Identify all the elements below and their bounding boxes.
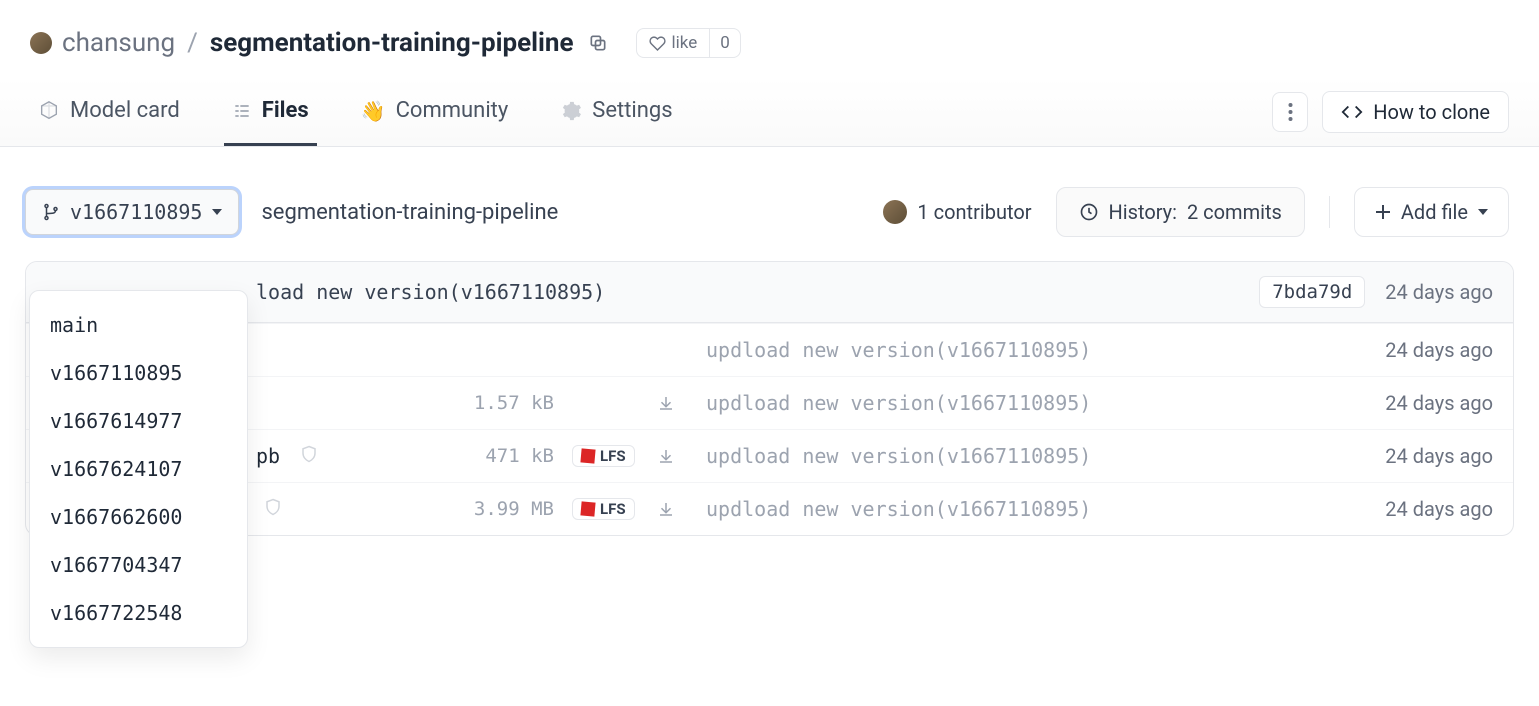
tab-label: Settings xyxy=(592,98,672,123)
history-prefix: History: xyxy=(1109,200,1177,224)
file-time: 24 days ago xyxy=(1385,444,1493,468)
file-time: 24 days ago xyxy=(1385,391,1493,415)
file-list: load new version(v1667110895) 7bda79d 24… xyxy=(25,261,1514,536)
shield-icon xyxy=(300,445,318,463)
tab-community[interactable]: 👋 Community xyxy=(353,78,517,146)
file-row: updload new version(v1667110895) 24 days… xyxy=(26,323,1513,376)
like-button: like 0 xyxy=(636,28,741,58)
branch-option[interactable]: main xyxy=(30,301,247,349)
branch-option[interactable]: v1667662600 xyxy=(30,493,247,541)
add-file-button[interactable]: Add file xyxy=(1354,187,1509,237)
file-commit-message[interactable]: updload new version(v1667110895) xyxy=(706,444,1367,468)
like-label: like xyxy=(672,33,698,53)
file-commit-message[interactable]: updload new version(v1667110895) xyxy=(706,391,1367,415)
git-branch-icon xyxy=(42,203,60,221)
file-size: 1.57 kB xyxy=(444,392,554,414)
branch-dropdown: main v1667110895 v1667614977 v1667624107… xyxy=(29,290,248,648)
cube-icon xyxy=(38,100,60,122)
history-count: 2 commits xyxy=(1187,200,1282,224)
branch-selector[interactable]: v1667110895 xyxy=(25,189,239,235)
branch-option[interactable]: v1667110895 xyxy=(30,349,247,397)
lfs-badge: LFS xyxy=(572,498,635,520)
tab-label: Model card xyxy=(70,98,180,123)
history-button[interactable]: History: 2 commits xyxy=(1056,187,1305,237)
branch-option[interactable]: v1667704347 xyxy=(30,541,247,589)
file-time: 24 days ago xyxy=(1385,497,1493,521)
dots-vertical-icon xyxy=(1288,103,1293,121)
chevron-down-icon xyxy=(212,207,222,217)
file-commit-message[interactable]: updload new version(v1667110895) xyxy=(706,338,1367,362)
slash: / xyxy=(187,28,198,58)
more-menu-button[interactable] xyxy=(1272,92,1308,132)
file-size: 471 kB xyxy=(444,445,554,467)
like-count[interactable]: 0 xyxy=(710,29,740,57)
owner-avatar[interactable] xyxy=(30,32,52,54)
file-time: 24 days ago xyxy=(1385,338,1493,362)
repo-link[interactable]: segmentation-training-pipeline xyxy=(210,28,574,58)
file-toolbar: v1667110895 segmentation-training-pipeli… xyxy=(0,147,1539,261)
wave-icon: 👋 xyxy=(361,99,386,123)
tab-label: Files xyxy=(262,98,309,123)
contributors-label: 1 contributor xyxy=(917,200,1031,224)
commit-time: 24 days ago xyxy=(1385,280,1493,304)
file-row: 3.99 MB LFS updload new version(v1667110… xyxy=(26,482,1513,535)
tab-settings[interactable]: Settings xyxy=(552,78,680,146)
latest-commit-row: load new version(v1667110895) 7bda79d 24… xyxy=(26,262,1513,323)
contributor-avatar xyxy=(883,200,907,224)
file-size: 3.99 MB xyxy=(444,498,554,520)
tab-label: Community xyxy=(396,98,509,123)
divider xyxy=(1329,196,1330,228)
breadcrumb[interactable]: segmentation-training-pipeline xyxy=(261,200,558,225)
branch-option[interactable]: v1667624107 xyxy=(30,445,247,493)
add-file-label: Add file xyxy=(1401,200,1468,224)
repo-header: chansung / segmentation-training-pipelin… xyxy=(0,0,1539,78)
branch-option[interactable]: v1667722548 xyxy=(30,589,247,637)
files-icon xyxy=(232,101,252,121)
file-row: 1.57 kB updload new version(v1667110895)… xyxy=(26,376,1513,429)
clone-button[interactable]: How to clone xyxy=(1322,91,1509,133)
contributors[interactable]: 1 contributor xyxy=(883,200,1031,224)
tabs: Model card Files 👋 Community Settings Ho… xyxy=(0,78,1539,147)
file-row: pb 471 kB LFS updload new version(v16671… xyxy=(26,429,1513,482)
branch-name: v1667110895 xyxy=(70,200,202,224)
clone-label: How to clone xyxy=(1373,100,1490,124)
shield-icon xyxy=(264,498,282,516)
code-icon xyxy=(1341,101,1363,123)
plus-icon xyxy=(1375,204,1391,220)
download-icon[interactable] xyxy=(657,500,675,518)
like-button-action[interactable]: like xyxy=(637,29,711,57)
download-icon[interactable] xyxy=(657,447,675,465)
chevron-down-icon xyxy=(1478,207,1488,217)
history-icon xyxy=(1079,202,1099,222)
gear-icon xyxy=(560,100,582,122)
tab-model-card[interactable]: Model card xyxy=(30,78,188,146)
owner-link[interactable]: chansung xyxy=(62,28,175,58)
branch-option[interactable]: v1667614977 xyxy=(30,397,247,445)
heart-icon xyxy=(649,35,666,52)
copy-icon[interactable] xyxy=(588,33,608,53)
download-icon[interactable] xyxy=(657,394,675,412)
tab-files[interactable]: Files xyxy=(224,78,317,146)
file-commit-message[interactable]: updload new version(v1667110895) xyxy=(706,497,1367,521)
commit-hash[interactable]: 7bda79d xyxy=(1259,276,1365,308)
lfs-badge: LFS xyxy=(572,445,635,467)
